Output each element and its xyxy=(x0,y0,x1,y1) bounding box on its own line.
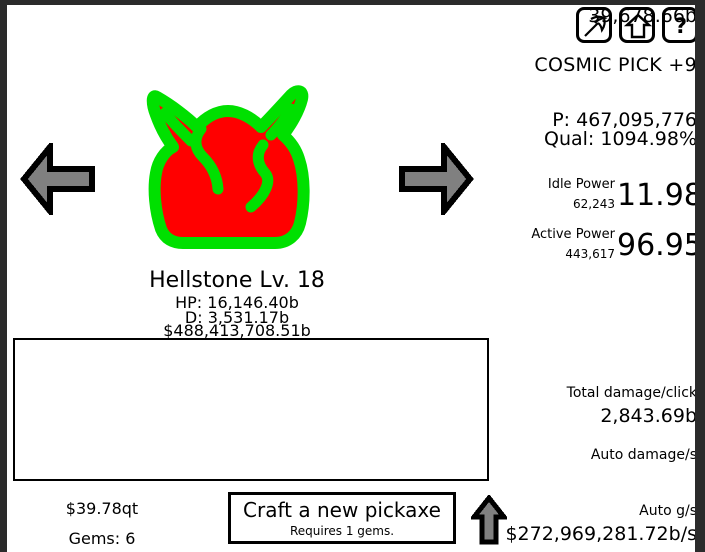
pickaxe-title: COSMIC PICK +9 xyxy=(534,54,695,76)
game-window: ? COSMIC PICK +9 P: 467,095,776 Qual: 10… xyxy=(0,0,705,552)
next-monster-arrow[interactable] xyxy=(398,138,474,220)
active-power-label: Active Power xyxy=(531,227,615,242)
demon-head-shape xyxy=(146,85,310,249)
active-power-multiplier: 96.95x xyxy=(617,228,695,263)
message-log-panel[interactable] xyxy=(13,338,489,481)
craft-upgrade-arrow[interactable] xyxy=(468,493,510,549)
craft-button-requirement: Requires 1 gems. xyxy=(289,524,395,538)
active-power-value: 443,617 xyxy=(565,247,615,261)
money-amount: $39.78qt xyxy=(65,499,139,518)
gems-amount: Gems: 6 xyxy=(68,529,136,548)
game-canvas: ? COSMIC PICK +9 P: 467,095,776 Qual: 10… xyxy=(7,5,695,552)
monster-name: Hellstone Lv. 18 xyxy=(149,268,325,293)
auto-damage-value: 39,678.66b xyxy=(588,5,695,27)
monster-sprite[interactable] xyxy=(125,77,325,272)
craft-new-pickaxe-button[interactable]: Craft a new pickaxe Requires 1 gems. xyxy=(228,492,456,544)
idle-power-multiplier: 11.98x xyxy=(617,178,695,213)
pickaxe-quality-line: Qual: 1094.98% xyxy=(544,128,695,150)
previous-monster-arrow[interactable] xyxy=(20,138,96,220)
craft-button-label: Craft a new pickaxe xyxy=(243,498,441,522)
